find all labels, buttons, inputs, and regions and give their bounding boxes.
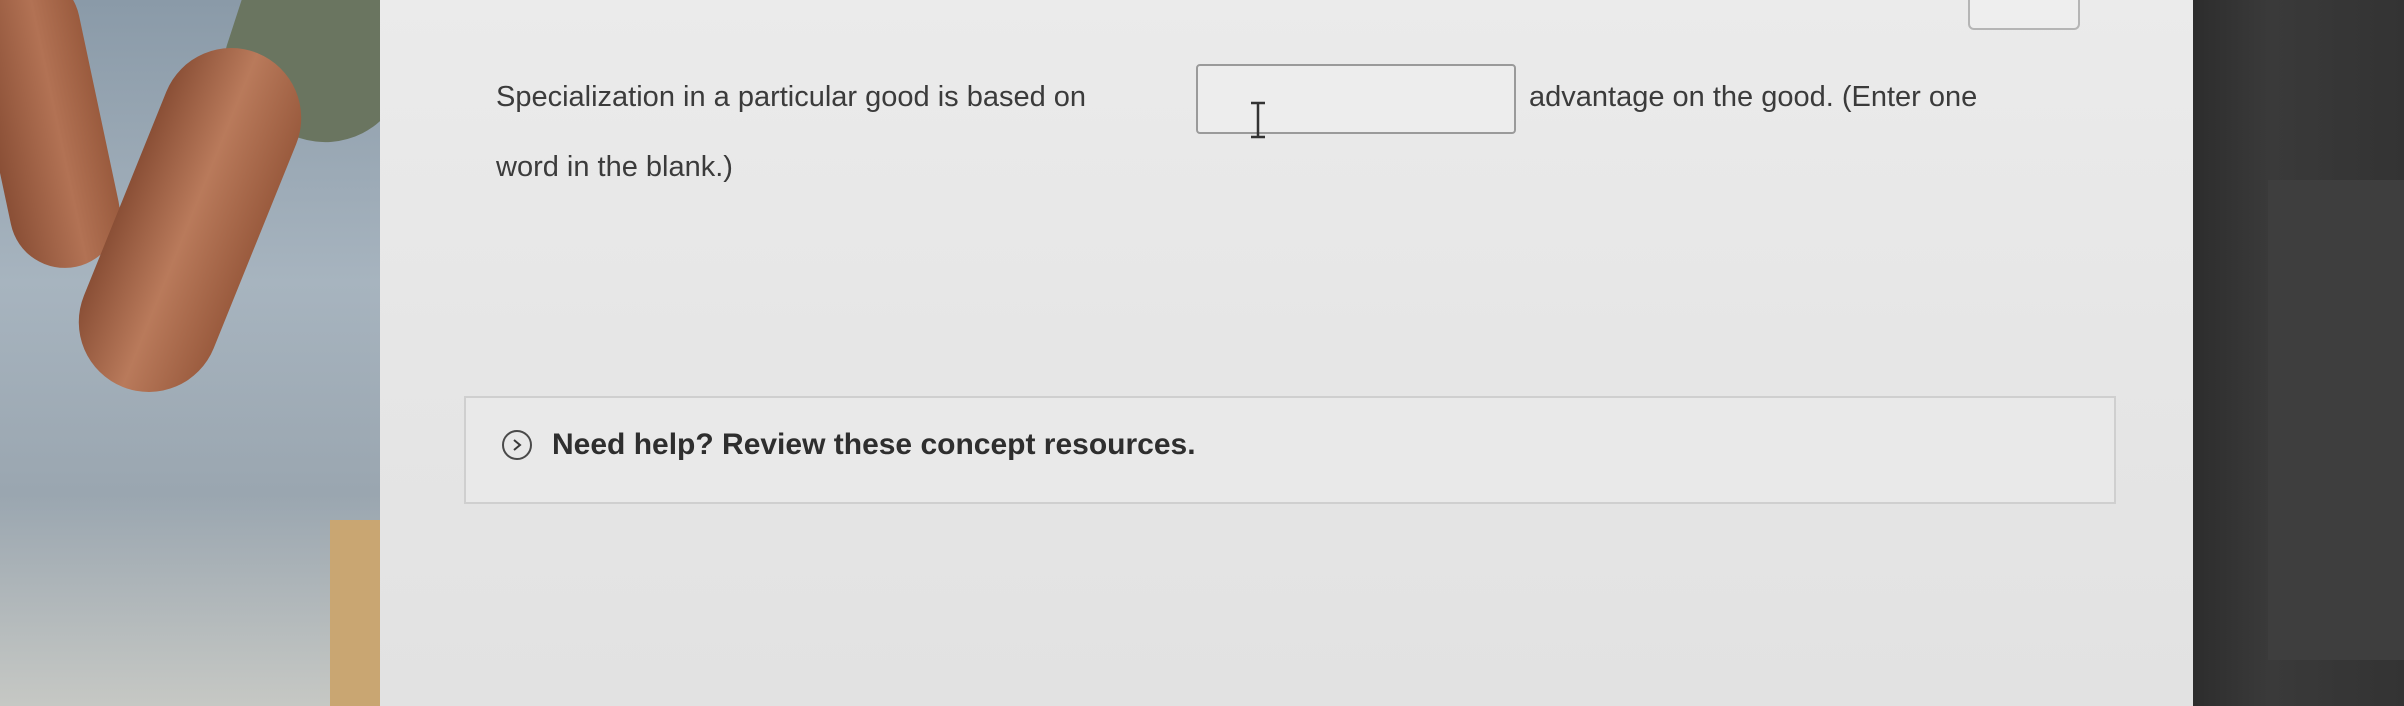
top-tab-button[interactable] [1968, 0, 2080, 30]
screen: Specialization in a particular good is b… [0, 0, 2404, 706]
question-text-line2: word in the blank.) [496, 151, 733, 183]
help-panel: Need help? Review these concept resource… [464, 396, 2116, 504]
question-text-after: advantage on the good. (Enter one [1529, 81, 1978, 113]
monitor-bezel [2178, 0, 2404, 706]
help-toggle-button[interactable]: Need help? Review these concept resource… [502, 428, 1196, 462]
bezel-panel [2268, 180, 2404, 660]
chevron-right-circle-icon [502, 430, 532, 460]
question-text-before: Specialization in a particular good is b… [496, 81, 1087, 113]
answer-blank-input[interactable] [1196, 64, 1516, 134]
question-sheet: Specialization in a particular good is b… [380, 0, 2193, 706]
background-photo [0, 0, 395, 706]
help-label: Need help? Review these concept resource… [552, 428, 1196, 461]
